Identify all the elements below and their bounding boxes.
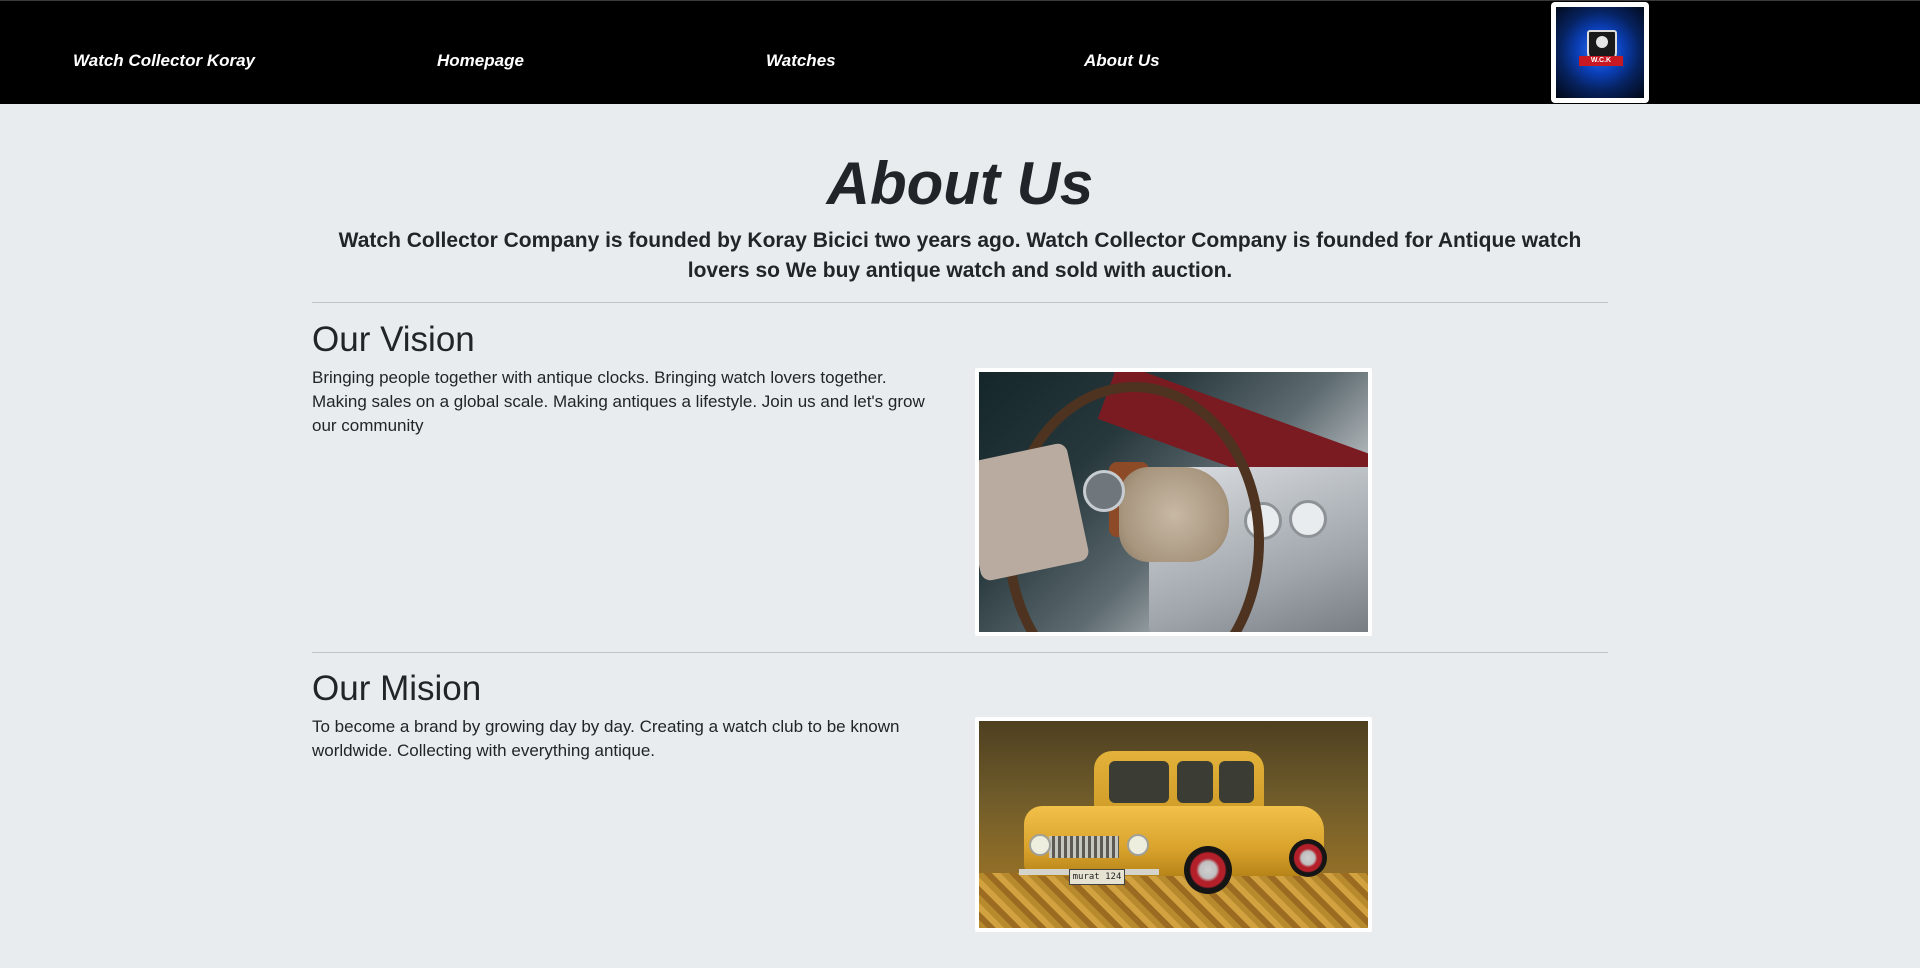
nav-link-homepage[interactable]: Homepage — [437, 51, 524, 71]
intro-text: Watch Collector Company is founded by Ko… — [338, 229, 1582, 282]
section-divider — [312, 302, 1608, 303]
mission-image: murat 124 — [975, 717, 1372, 932]
nav-link-about-us[interactable]: About Us — [1084, 51, 1160, 71]
vision-image — [975, 368, 1372, 636]
site-logo[interactable]: W.C.K — [1551, 2, 1649, 103]
vision-text: Bringing people together with antique cl… — [312, 368, 925, 435]
license-plate: murat 124 — [1069, 869, 1125, 885]
vision-heading: Our Vision — [312, 320, 475, 359]
top-navbar: Watch Collector Koray Homepage Watches A… — [0, 0, 1920, 104]
logo-ribbon-text: W.C.K — [1579, 56, 1623, 66]
mission-heading: Our Mision — [312, 669, 482, 708]
driving-glove — [1119, 467, 1229, 562]
section-divider — [312, 652, 1608, 653]
vintage-car-dashboard-photo — [979, 372, 1368, 632]
yellow-classic-car-photo: murat 124 — [979, 721, 1368, 928]
mission-text: To become a brand by growing day by day.… — [312, 717, 900, 760]
logo-emblem: W.C.K — [1556, 7, 1644, 98]
nav-link-watches[interactable]: Watches — [766, 51, 836, 71]
brand-link[interactable]: Watch Collector Koray — [73, 51, 255, 71]
page-title: About Us — [826, 150, 1094, 217]
wristwatch — [1083, 470, 1125, 512]
